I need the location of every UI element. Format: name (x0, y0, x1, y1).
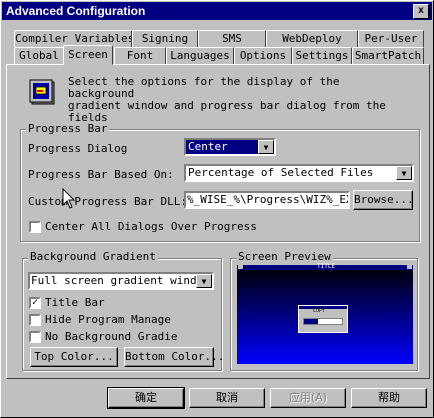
tab-settings[interactable]: Settings (292, 47, 352, 64)
preview-progress-dialog: COPY (298, 305, 348, 333)
based-on-value: Percentage of Selected Files (188, 166, 374, 179)
progress-bar-group-label: Progress Bar (26, 122, 110, 135)
gradient-mode-value: Full screen gradient window (31, 274, 210, 287)
top-color-button[interactable]: Top Color... (30, 347, 118, 367)
progress-dialog-value: Center (186, 140, 260, 154)
description-text: Select the options for the display of th… (68, 75, 386, 136)
preview-close-icon (407, 265, 412, 269)
chevron-down-icon[interactable]: ▼ (396, 166, 412, 180)
browse-button[interactable]: Browse... (353, 190, 414, 210)
center-all-checkbox[interactable] (29, 221, 41, 233)
hide-program-checkbox[interactable] (29, 314, 41, 326)
tab-smartpatch[interactable]: SmartPatch (352, 47, 424, 64)
gradient-mode-select[interactable]: Full screen gradient window ▼ (28, 272, 214, 290)
tab-signing[interactable]: Signing (132, 30, 198, 47)
title-bar[interactable]: Advanced Configuration x (2, 2, 432, 20)
close-icon[interactable]: x (413, 4, 429, 19)
progress-dialog-label: Progress Dialog (28, 142, 128, 155)
custom-dll-value: %_WISE_%\Progress\WIZ%_EXE_ (187, 193, 350, 206)
no-background-checkbox[interactable] (29, 331, 41, 343)
title-bar-label: Title Bar (45, 296, 105, 309)
preview-progress-track (303, 318, 343, 325)
no-background-label: No Background Gradie (45, 330, 178, 343)
tab-per-user[interactable]: Per-User (358, 30, 424, 47)
progress-dialog-select[interactable]: Center ▼ (184, 138, 276, 156)
tab-webdeploy[interactable]: WebDeploy (266, 30, 358, 47)
ok-button[interactable]: 确定 (107, 387, 185, 409)
tab-sms[interactable]: SMS (198, 30, 266, 47)
tab-languages[interactable]: Languages (166, 47, 234, 64)
screen-preview-canvas: TITLE COPY (237, 263, 413, 364)
based-on-label: Progress Bar Based On: (28, 168, 174, 181)
custom-dll-label: Custom Progress Bar DLL: (28, 195, 187, 208)
preview-progress-fill (304, 319, 318, 324)
apply-button[interactable]: 应用(A) (270, 388, 346, 408)
based-on-select[interactable]: Percentage of Selected Files ▼ (184, 164, 414, 182)
mouse-cursor-icon (62, 187, 76, 210)
preview-dialog-label: COPY (313, 308, 326, 314)
tab-font[interactable]: Font (114, 47, 166, 64)
center-all-label: Center All Dialogs Over Progress (45, 220, 257, 233)
tab-options[interactable]: Options (234, 47, 292, 64)
tab-global[interactable]: Global (14, 47, 64, 64)
bottom-color-button[interactable]: Bottom Color... (124, 347, 224, 367)
hide-program-label: Hide Program Manage (45, 313, 171, 326)
cancel-button[interactable]: 取消 (189, 388, 265, 408)
chevron-down-icon[interactable]: ▼ (196, 274, 212, 288)
preview-title: TITLE (317, 263, 336, 270)
preview-system-icon (238, 265, 243, 269)
custom-dll-input[interactable]: %_WISE_%\Progress\WIZ%_EXE_ (184, 191, 350, 209)
monitor-icon (28, 78, 58, 108)
window-title: Advanced Configuration (6, 4, 146, 18)
background-gradient-group-label: Background Gradient (28, 250, 158, 263)
tab-screen[interactable]: Screen (63, 45, 113, 65)
help-button[interactable]: 帮助 (351, 388, 427, 408)
title-bar-checkbox[interactable]: ✓ (29, 297, 41, 309)
screen-preview-group-label: Screen Preview (236, 250, 333, 263)
chevron-down-icon[interactable]: ▼ (258, 140, 274, 154)
